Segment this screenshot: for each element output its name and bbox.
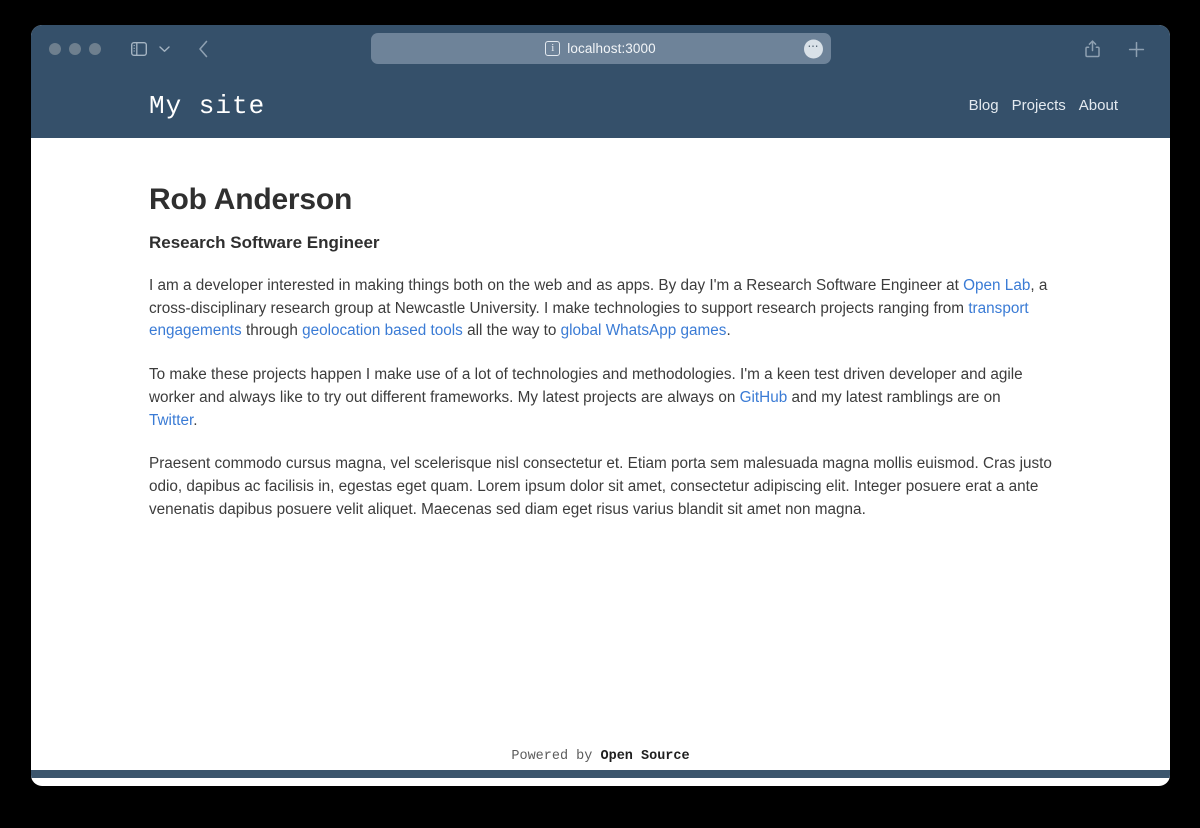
site-nav: Blog Projects About xyxy=(969,97,1138,114)
nav-link-about[interactable]: About xyxy=(1079,97,1118,114)
site-header: My site Blog Projects About xyxy=(31,73,1170,138)
address-bar-container: i localhost:3000 ⋯ xyxy=(370,33,831,64)
footer-prefix: Powered by xyxy=(511,749,601,764)
link-geolocation-based-tools[interactable]: geolocation based tools xyxy=(302,322,463,339)
page-body: Rob Anderson Research Software Engineer … xyxy=(31,138,1170,778)
share-icon[interactable] xyxy=(1078,36,1106,62)
content-column: Rob Anderson Research Software Engineer … xyxy=(149,138,1052,521)
paragraph-tech: To make these projects happen I make use… xyxy=(149,366,1023,429)
plus-icon[interactable] xyxy=(1122,36,1150,62)
paragraph-list: I am a developer interested in making th… xyxy=(149,275,1052,521)
paragraph-intro: I am a developer interested in making th… xyxy=(149,277,1048,340)
nav-link-projects[interactable]: Projects xyxy=(1012,97,1066,114)
paragraph-lorem: Praesent commodo cursus magna, vel scele… xyxy=(149,455,1052,518)
link-open-lab[interactable]: Open Lab xyxy=(963,277,1030,294)
footer-brand: Open Source xyxy=(600,749,690,764)
maximize-window-button[interactable] xyxy=(89,43,101,55)
site-title[interactable]: My site xyxy=(149,91,265,121)
chevron-down-icon[interactable] xyxy=(155,36,173,62)
browser-window: i localhost:3000 ⋯ My site Blog Projects… xyxy=(31,25,1170,786)
url-text: localhost:3000 xyxy=(567,41,656,56)
address-bar[interactable]: i localhost:3000 ⋯ xyxy=(370,33,831,64)
browser-toolbar: i localhost:3000 ⋯ xyxy=(31,25,1170,73)
sidebar-icon[interactable] xyxy=(125,36,153,62)
toolbar-nav-group xyxy=(125,36,217,62)
window-bottom-strip xyxy=(31,770,1170,778)
ellipsis-icon[interactable]: ⋯ xyxy=(803,39,823,58)
link-twitter[interactable]: Twitter xyxy=(149,412,193,429)
page-title: Rob Anderson xyxy=(149,183,353,216)
nav-link-blog[interactable]: Blog xyxy=(969,97,999,114)
traffic-lights xyxy=(49,43,101,55)
minimize-window-button[interactable] xyxy=(69,43,81,55)
link-global-whatsapp-games[interactable]: global WhatsApp games xyxy=(561,322,727,339)
link-github[interactable]: GitHub xyxy=(740,389,788,406)
close-window-button[interactable] xyxy=(49,43,61,55)
page-subtitle: Research Software Engineer xyxy=(149,233,380,252)
toolbar-right-group xyxy=(1078,36,1156,62)
back-arrow-icon[interactable] xyxy=(189,36,217,62)
info-icon[interactable]: i xyxy=(545,41,561,56)
